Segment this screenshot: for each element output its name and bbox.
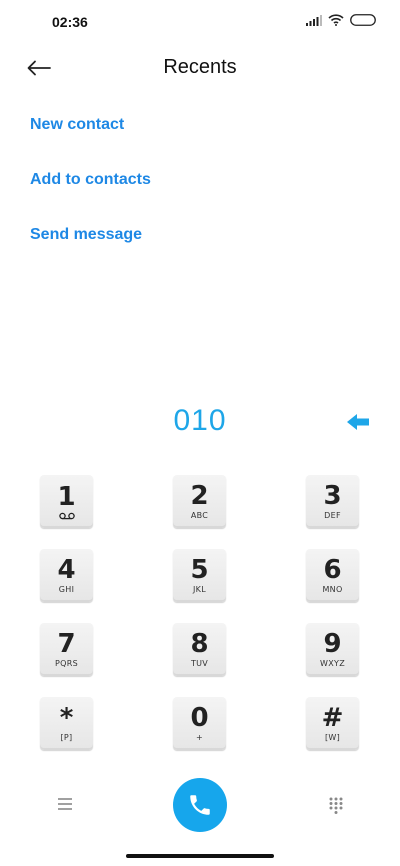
page-title: Recents [163,56,237,78]
key-digit: 3 [323,480,342,511]
key-5[interactable]: 5 JKL [173,549,226,602]
key-hash[interactable]: # [W] [306,697,359,750]
new-contact-link[interactable]: New contact [30,112,151,167]
send-message-link[interactable]: Send message [30,222,151,277]
header: Recents [0,46,400,90]
key-digit: 1 [57,481,76,512]
key-4[interactable]: 4 GHI [40,549,93,602]
key-letters: DEF [324,510,341,520]
wifi-icon [328,14,344,26]
key-8[interactable]: 8 TUV [173,623,226,676]
key-digit: 4 [57,554,76,585]
status-time: 02:36 [52,14,88,30]
key-digit: 5 [190,554,209,585]
key-digit: # [321,702,344,733]
key-letters: TUV [190,658,209,668]
status-bar: 02:36 [0,0,400,46]
dialed-number: 010 [173,404,227,437]
key-letters: GHI [58,584,75,594]
key-9[interactable]: 9 WXYZ [306,623,359,676]
status-icons [306,14,376,26]
key-digit: 0 [190,702,209,733]
key-digit: 9 [323,628,342,659]
dialer-screen: 02:36 Recents New contact Add to contact… [0,0,400,866]
call-button[interactable] [173,778,227,832]
key-letters: [W] [324,732,341,742]
key-letters: JKL [193,584,206,594]
key-digit: 7 [57,628,76,659]
voicemail-icon [58,512,75,519]
key-letters: ABC [190,510,209,520]
key-digit: 6 [323,554,342,585]
key-digit: * [59,702,74,733]
add-to-contacts-link[interactable]: Add to contacts [30,167,151,222]
key-2[interactable]: 2 ABC [173,475,226,528]
phone-icon [190,795,210,815]
key-star[interactable]: * [P] [40,697,93,750]
backspace-icon [347,414,369,430]
action-list: New contact Add to contacts Send message [30,112,151,277]
bottom-bar [0,776,400,834]
home-indicator[interactable] [126,854,274,858]
signal-icon [306,14,322,26]
key-digit: 2 [190,480,209,511]
dialpad-toggle-button[interactable] [328,796,344,814]
key-letters: PQRS [55,658,78,668]
battery-icon [350,14,376,26]
menu-button[interactable] [56,796,74,812]
key-0[interactable]: 0 + [173,697,226,750]
backspace-button[interactable] [346,412,370,432]
key-letters: MNO [322,584,343,594]
key-letters: WXYZ [320,658,345,668]
key-7[interactable]: 7 PQRS [40,623,93,676]
dialpad-icon [329,797,343,814]
key-3[interactable]: 3 DEF [306,475,359,528]
key-letters: [P] [60,732,73,742]
dialed-number-row: 010 [0,398,400,452]
menu-icon [58,798,72,810]
key-1[interactable]: 1 [40,475,93,528]
key-digit: 8 [190,628,209,659]
key-6[interactable]: 6 MNO [306,549,359,602]
keypad: 1 2 ABC 3 DEF 4 GHI 5 JKL 6 MNO 7 PQRS 8… [40,475,360,750]
key-letters: + [195,732,203,742]
